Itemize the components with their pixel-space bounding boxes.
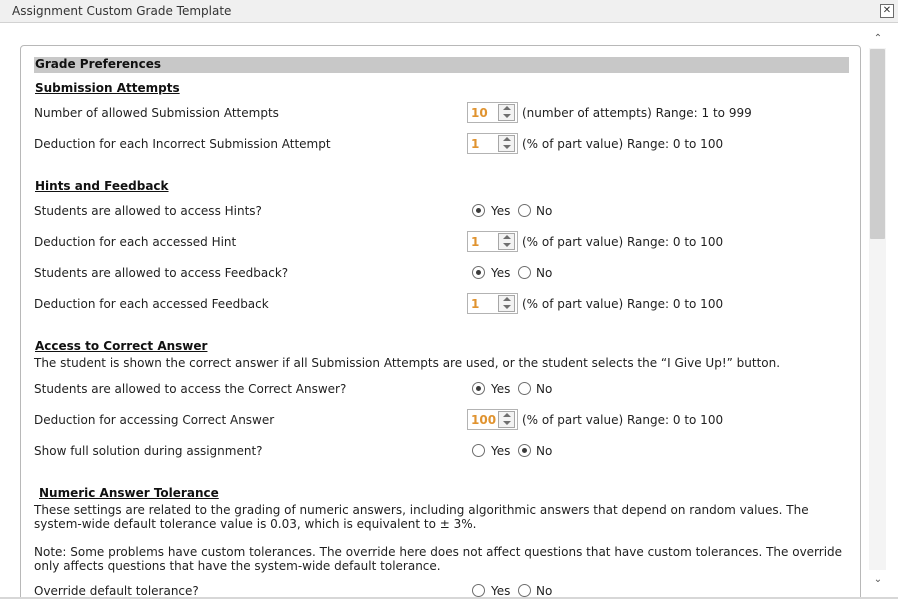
full-solution-yes-label: Yes bbox=[491, 444, 511, 458]
full-solution-no-radio[interactable] bbox=[518, 444, 531, 457]
spinner-arrows-icon[interactable] bbox=[498, 411, 515, 428]
correct-answer-heading: Access to Correct Answer bbox=[35, 339, 208, 353]
attempts-unit: (number of attempts) Range: 1 to 999 bbox=[522, 106, 752, 120]
hint-deduction-label: Deduction for each accessed Hint bbox=[34, 235, 237, 249]
hints-no-label: No bbox=[536, 204, 553, 218]
override-no-label: No bbox=[536, 584, 553, 598]
attempts-label: Number of allowed Submission Attempts bbox=[34, 106, 279, 120]
hints-feedback-heading: Hints and Feedback bbox=[35, 179, 169, 193]
tolerance-note: Note: Some problems have custom toleranc… bbox=[34, 545, 843, 573]
tolerance-description: These settings are related to the gradin… bbox=[34, 503, 809, 531]
submission-attempts-heading: Submission Attempts bbox=[35, 81, 180, 95]
hints-access-label: Students are allowed to access Hints? bbox=[34, 204, 262, 218]
feedback-no-radio[interactable] bbox=[518, 266, 531, 279]
feedback-access-label: Students are allowed to access Feedback? bbox=[34, 266, 289, 280]
override-no-radio[interactable] bbox=[518, 584, 531, 597]
scrollbar-thumb[interactable] bbox=[870, 49, 885, 239]
section-header: Grade Preferences bbox=[34, 57, 849, 73]
hint-deduction-stepper[interactable]: 1 bbox=[467, 231, 518, 252]
section-title: Grade Preferences bbox=[35, 57, 161, 71]
hint-deduction-unit: (% of part value) Range: 0 to 100 bbox=[522, 235, 724, 249]
feedback-yes-radio[interactable] bbox=[472, 266, 485, 279]
spinner-arrows-icon[interactable] bbox=[498, 295, 515, 312]
correct-answer-description: The student is shown the correct answer … bbox=[34, 356, 781, 370]
spinner-arrows-icon[interactable] bbox=[498, 104, 515, 121]
incorrect-deduction-value[interactable]: 1 bbox=[471, 137, 479, 151]
correct-answer-deduction-unit: (% of part value) Range: 0 to 100 bbox=[522, 413, 724, 427]
hints-yes-radio[interactable] bbox=[472, 204, 485, 217]
incorrect-deduction-unit: (% of part value) Range: 0 to 100 bbox=[522, 137, 724, 151]
correct-answer-deduction-value[interactable]: 100 bbox=[471, 413, 496, 427]
feedback-deduction-value[interactable]: 1 bbox=[471, 297, 479, 311]
feedback-no-label: No bbox=[536, 266, 553, 280]
attempts-value[interactable]: 10 bbox=[471, 106, 488, 120]
full-solution-no-label: No bbox=[536, 444, 553, 458]
override-tolerance-label: Override default tolerance? bbox=[34, 584, 199, 598]
tolerance-heading: Numeric Answer Tolerance bbox=[39, 486, 219, 500]
hints-no-radio[interactable] bbox=[518, 204, 531, 217]
incorrect-deduction-stepper[interactable]: 1 bbox=[467, 133, 518, 154]
window-title: Assignment Custom Grade Template bbox=[12, 4, 232, 18]
feedback-yes-label: Yes bbox=[491, 266, 511, 280]
feedback-deduction-unit: (% of part value) Range: 0 to 100 bbox=[522, 297, 724, 311]
close-button[interactable]: ✕ bbox=[880, 4, 894, 18]
scroll-up-button[interactable]: ⌃ bbox=[871, 32, 885, 46]
correct-answer-yes-label: Yes bbox=[491, 382, 511, 396]
spinner-arrows-icon[interactable] bbox=[498, 233, 515, 250]
scroll-down-button[interactable]: ⌄ bbox=[871, 573, 885, 587]
feedback-deduction-stepper[interactable]: 1 bbox=[467, 293, 518, 314]
override-yes-label: Yes bbox=[491, 584, 511, 598]
correct-answer-no-radio[interactable] bbox=[518, 382, 531, 395]
attempts-stepper[interactable]: 10 bbox=[467, 102, 518, 123]
hint-deduction-value[interactable]: 1 bbox=[471, 235, 479, 249]
feedback-deduction-label: Deduction for each accessed Feedback bbox=[34, 297, 269, 311]
hints-yes-label: Yes bbox=[491, 204, 511, 218]
correct-answer-no-label: No bbox=[536, 382, 553, 396]
spinner-arrows-icon[interactable] bbox=[498, 135, 515, 152]
correct-answer-access-label: Students are allowed to access the Corre… bbox=[34, 382, 347, 396]
full-solution-yes-radio[interactable] bbox=[472, 444, 485, 457]
incorrect-deduction-label: Deduction for each Incorrect Submission … bbox=[34, 137, 331, 151]
title-bar: Assignment Custom Grade Template ✕ bbox=[0, 0, 898, 23]
grade-preferences-panel: Grade Preferences Submission Attempts Nu… bbox=[20, 45, 861, 599]
correct-answer-deduction-label: Deduction for accessing Correct Answer bbox=[34, 413, 275, 427]
override-yes-radio[interactable] bbox=[472, 584, 485, 597]
full-solution-label: Show full solution during assignment? bbox=[34, 444, 263, 458]
correct-answer-deduction-stepper[interactable]: 100 bbox=[467, 409, 518, 430]
correct-answer-yes-radio[interactable] bbox=[472, 382, 485, 395]
